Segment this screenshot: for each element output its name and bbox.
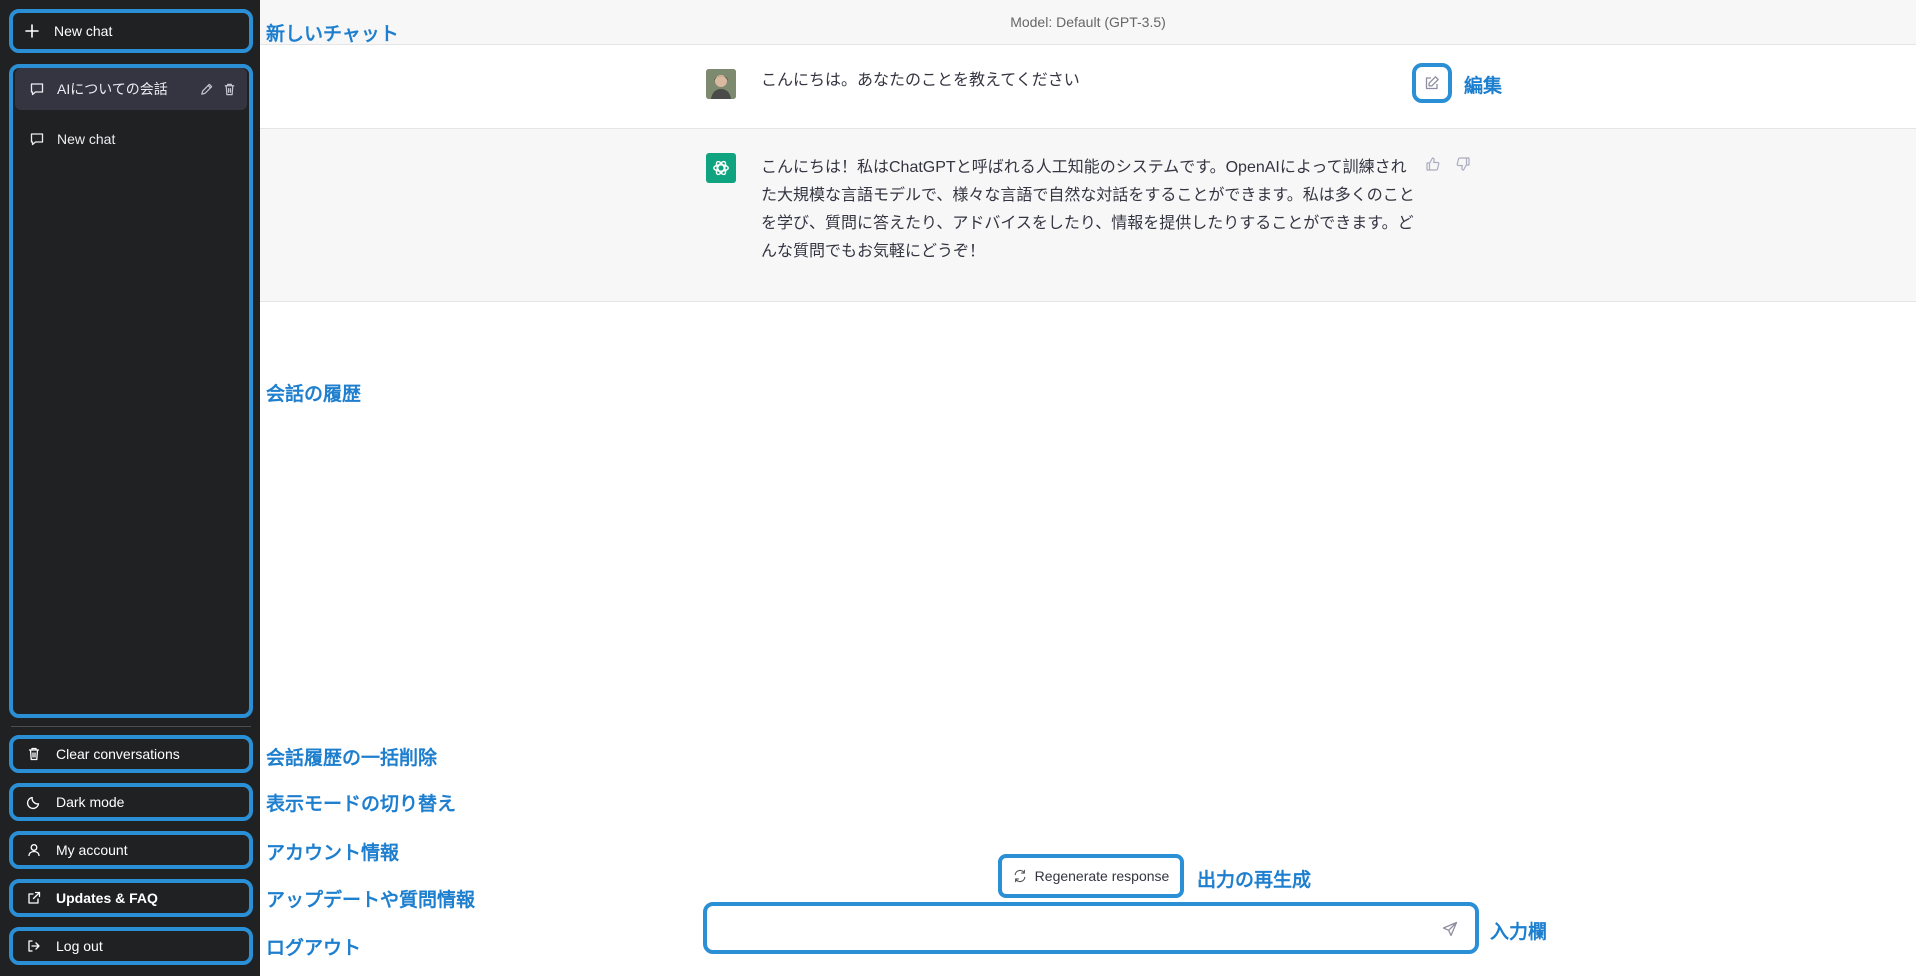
- feedback-buttons: [1425, 156, 1471, 172]
- annotation-display-mode: 表示モードの切り替え: [266, 794, 457, 815]
- annotation-regenerate: 出力の再生成: [1197, 870, 1312, 891]
- thumbs-up-icon[interactable]: [1425, 156, 1441, 172]
- moon-icon: [26, 794, 42, 810]
- edit-icon: [1424, 75, 1440, 91]
- dark-mode-button[interactable]: Dark mode: [11, 783, 251, 821]
- logout-icon: [26, 938, 42, 954]
- annotation-updates: アップデートや質問情報: [266, 890, 476, 911]
- avatar: [706, 69, 736, 99]
- model-label: Model: Default (GPT-3.5): [1010, 14, 1166, 30]
- conversation-history: AIについての会話 New chat: [11, 66, 251, 716]
- annotation-clear: 会話履歴の一括削除: [266, 748, 438, 769]
- assistant-message: こんにちは！私はChatGPTと呼ばれる人工知能のシステムです。OpenAIによ…: [260, 129, 1916, 302]
- sidebar-divider: [11, 726, 251, 727]
- send-icon: [1442, 921, 1458, 937]
- message-input-box: [703, 902, 1479, 954]
- clear-label: Clear conversations: [56, 746, 180, 762]
- chat-bubble-icon: [29, 81, 45, 97]
- updates-faq-button[interactable]: Updates & FAQ: [11, 879, 251, 917]
- annotation-edit: 編集: [1464, 76, 1503, 97]
- dark-mode-label: Dark mode: [56, 794, 125, 810]
- user-icon: [26, 842, 42, 858]
- send-button[interactable]: [1439, 918, 1461, 940]
- edit-button[interactable]: [1412, 63, 1452, 103]
- new-chat-button[interactable]: New chat: [11, 11, 251, 51]
- annotation-input: 入力欄: [1490, 922, 1548, 943]
- assistant-message-line: こんにちは！私はChatGPTと呼ばれる人工知能のシステムです。OpenAIによ…: [761, 159, 1407, 176]
- regenerate-label: Regenerate response: [1034, 868, 1170, 884]
- new-chat-label: New chat: [54, 23, 113, 39]
- user-message: こんにちは。あなたのことを教えてください: [260, 45, 1916, 129]
- user-message-text: こんにちは。あなたのことを教えてください: [761, 72, 1080, 89]
- trash-icon[interactable]: [222, 82, 237, 97]
- thumbs-down-icon[interactable]: [1455, 156, 1471, 172]
- clear-conversations-button[interactable]: Clear conversations: [11, 735, 251, 773]
- log-out-button[interactable]: Log out: [11, 927, 251, 965]
- refresh-icon: [1013, 869, 1027, 883]
- trash-icon: [26, 746, 42, 762]
- message-input[interactable]: [719, 914, 1423, 944]
- annotation-history: 会話の履歴: [266, 384, 362, 405]
- my-account-button[interactable]: My account: [11, 831, 251, 869]
- external-link-icon: [26, 890, 42, 906]
- main-panel: Model: Default (GPT-3.5) こんにちは。あなたのことを教え…: [260, 0, 1916, 976]
- history-item[interactable]: New chat: [15, 118, 247, 160]
- history-item-label: New chat: [57, 131, 116, 147]
- annotation-new-chat: 新しいチャット: [266, 24, 399, 45]
- pencil-icon[interactable]: [199, 82, 214, 97]
- logout-label: Log out: [56, 938, 103, 954]
- sidebar: New chat AIについての会話 New chat Clear conver…: [0, 0, 260, 976]
- history-item-active[interactable]: AIについての会話: [15, 68, 247, 110]
- model-bar: Model: Default (GPT-3.5): [260, 0, 1916, 45]
- openai-logo-icon: [706, 153, 736, 183]
- assistant-message-text: こんにちは！私はChatGPTと呼ばれる人工知能のシステムです。OpenAIによ…: [761, 154, 1417, 266]
- assistant-message-line: た大規模な言語モデルで、様々な言語で自然な対話をすることができます。私は多くのこ…: [761, 187, 1415, 204]
- plus-icon: [24, 23, 40, 39]
- history-item-label: AIについての会話: [57, 81, 168, 97]
- updates-label: Updates & FAQ: [56, 890, 158, 906]
- regenerate-response-button[interactable]: Regenerate response: [998, 854, 1184, 898]
- annotation-account: アカウント情報: [266, 843, 400, 864]
- assistant-message-line: んな質問でもお気軽にどうぞ！: [761, 243, 986, 260]
- annotation-logout: ログアウト: [266, 938, 362, 959]
- chat-bubble-icon: [29, 131, 45, 147]
- assistant-message-line: を学び、質問に答えたり、アドバイスをしたり、情報を提供したりすることができます。…: [761, 215, 1414, 232]
- account-label: My account: [56, 842, 128, 858]
